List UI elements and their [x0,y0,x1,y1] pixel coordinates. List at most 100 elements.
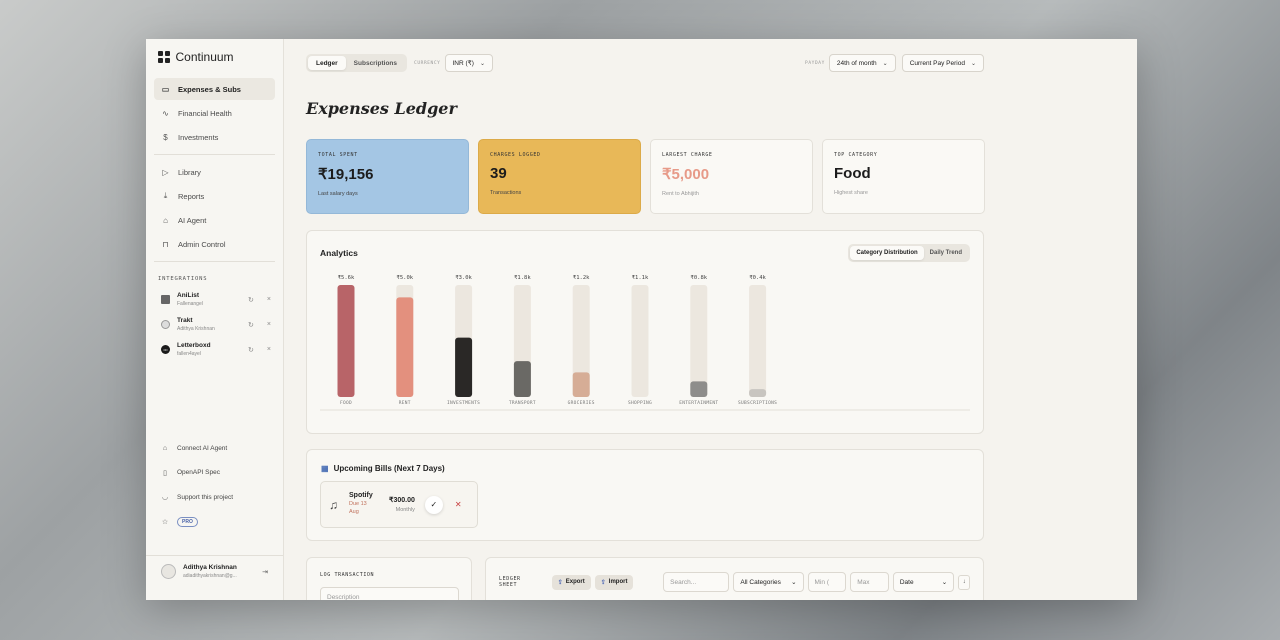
support-project-link[interactable]: ◡ Support this project [146,485,283,510]
refresh-icon[interactable]: ↻ [248,321,254,329]
analytics-title: Analytics [320,248,358,258]
nav-label: AI Agent [178,215,207,225]
chevron-down-icon: ⌄ [882,60,888,67]
star-icon: ☆ [161,518,169,526]
period-value: Current Pay Period [909,59,965,67]
bar-investments[interactable] [455,337,473,397]
bill-frequency: Monthly [395,507,415,513]
bill-item: ♫ Spotify Due 13 Aug ₹300.00 Monthly ✓ ✕ [320,481,478,528]
user-email: adiadithyakrishnan@g... [183,573,237,579]
ledger-toolbar: LEDGER SHEET ⇪ Export ⇪ Import Search...… [499,572,970,592]
bar-food[interactable] [337,285,355,397]
card-value: ₹5,000 [662,166,710,183]
tab-subscriptions[interactable]: Subscriptions [346,56,405,70]
chevron-down-icon: ⌄ [479,60,485,67]
bar-rent[interactable] [396,297,414,397]
sort-direction-button[interactable]: ↓ [958,574,970,590]
card-sub: Highest share [834,190,868,196]
category-tick-label: GROCERIES [568,400,595,406]
integration-name: Letterboxd [177,342,211,349]
sidebar: Continuum ▭ Expenses & Subs ∿ Financial … [146,39,284,600]
close-icon[interactable]: × [267,296,271,303]
import-button[interactable]: ⇪ Import [594,574,634,590]
bar-transport[interactable] [513,361,531,397]
largest-charge-card: LARGEST CHARGE ₹5,000 Rent to Abhijith [650,139,813,214]
music-icon: ♫ [329,497,338,512]
logout-icon[interactable]: ⇥ [262,568,268,576]
bar-track [631,285,649,397]
category-tick-label: FOOD [340,400,352,406]
pro-row[interactable]: ☆ PRO [146,510,283,535]
card-sub: Rent to Abhijith [662,191,699,197]
doc-icon: ▯ [163,469,167,477]
min-amount-input[interactable]: Min ( [807,572,847,592]
nav-ai-agent[interactable]: ⌂ AI Agent [154,209,275,231]
lock-icon: ⊓ [162,239,169,249]
close-icon[interactable]: × [267,346,271,353]
brand[interactable]: Continuum [146,39,283,72]
max-amount-input[interactable]: Max [850,572,889,592]
app-window: Continuum ▭ Expenses & Subs ∿ Financial … [146,39,1137,600]
close-icon[interactable]: × [267,321,271,328]
nav-financial-health[interactable]: ∿ Financial Health [154,102,275,124]
view-tabs: Ledger Subscriptions [306,54,408,72]
nav-label: Investments [178,132,219,142]
avatar [161,564,176,579]
plug-icon: ⌂ [162,444,168,452]
dismiss-bill-button[interactable]: ✕ [455,500,462,509]
currency-select[interactable]: INR (₹) ⌄ [444,54,493,72]
integration-letterboxd: ••• Letterboxd fallen4ayel ↻ × [146,338,283,363]
bill-name: Spotify [349,492,373,500]
chevron-down-icon: ⌄ [941,579,948,586]
dollar-icon: $ [163,132,168,142]
bar-value-label: ₹5.0k [397,274,414,281]
bar-value-label: ₹0.8k [691,274,708,281]
refresh-icon[interactable]: ↻ [248,296,254,304]
pro-badge: PRO [177,516,198,527]
bar-subscriptions[interactable] [749,389,767,397]
refresh-icon[interactable]: ↻ [248,346,254,354]
connect-ai-agent-link[interactable]: ⌂ Connect AI Agent [146,436,283,461]
letterboxd-logo-icon: ••• [161,345,170,354]
sort-select[interactable]: Date ⌄ [892,572,955,592]
period-select[interactable]: Current Pay Period ⌄ [901,54,984,72]
nav-label: Financial Health [178,108,232,118]
nav-investments[interactable]: $ Investments [154,126,275,148]
tab-daily-trend[interactable]: Daily Trend [924,246,968,260]
bar-groceries[interactable] [572,372,590,397]
payday-select[interactable]: 24th of month ⌄ [828,54,896,72]
category-tick-label: TRANSPORT [509,400,536,406]
bar-entertainment[interactable] [690,381,708,397]
bar-value-label: ₹1.1k [632,274,649,281]
description-input[interactable]: Description [320,587,459,600]
trakt-logo-icon [161,320,170,329]
card-label: TOTAL SPENT [318,152,358,158]
nav-expenses[interactable]: ▭ Expenses & Subs [154,78,275,100]
nav-label: Admin Control [178,239,226,249]
tab-category-distribution[interactable]: Category Distribution [850,246,924,260]
user-profile[interactable]: Adithya Krishnan adiadithyakrishnan@g...… [146,555,283,587]
link-label: Support this project [177,493,234,501]
bar-value-label: ₹3.0k [455,274,472,281]
export-button[interactable]: ⇪ Export [551,574,591,590]
bar-value-label: ₹0.4k [749,274,766,281]
mark-paid-button[interactable]: ✓ [424,495,443,514]
total-spent-card: TOTAL SPENT ₹19,156 Last salary days [306,139,469,214]
integration-name: AniList [177,292,200,299]
search-input[interactable]: Search... [663,572,730,592]
bar-value-label: ₹5.6k [338,274,355,281]
main-content: Ledger Subscriptions CURRENCY INR (₹) ⌄ … [284,39,1137,600]
topbar: Ledger Subscriptions CURRENCY INR (₹) ⌄ … [306,54,984,72]
category-filter[interactable]: All Categories ⌄ [733,572,804,592]
download-icon: ⤓ [163,191,168,200]
anilist-logo-icon [161,295,170,304]
payday-value: 24th of month [836,59,877,67]
bar-value-label: ₹1.2k [573,274,590,281]
openapi-spec-link[interactable]: ▯ OpenAPI Spec [146,461,283,486]
nav-library[interactable]: ▷ Library [154,161,275,183]
import-icon: ⇪ [600,579,606,586]
nav-admin-control[interactable]: ⊓ Admin Control [154,233,275,255]
divider [154,154,275,155]
nav-reports[interactable]: ⤓ Reports [154,185,275,207]
tab-ledger[interactable]: Ledger [308,56,346,70]
